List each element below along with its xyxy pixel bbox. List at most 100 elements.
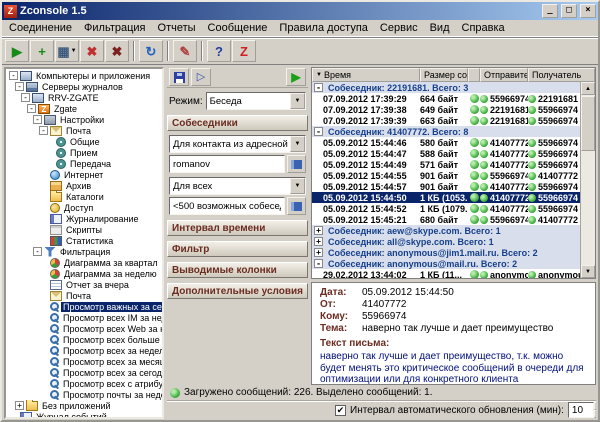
tree-item[interactable]: -RRV-ZGATE bbox=[6, 92, 162, 103]
section-output-columns[interactable]: Выводимые колонки bbox=[167, 262, 308, 278]
save-query-button[interactable] bbox=[169, 68, 189, 86]
column-header-sender[interactable]: Отправитель bbox=[480, 68, 528, 82]
tree-item[interactable]: Журнал событий bbox=[6, 411, 162, 419]
message-row[interactable]: 05.09.2012 15:44:57901 байт4140777255966… bbox=[312, 181, 580, 192]
contact-input-1[interactable] bbox=[169, 155, 285, 173]
message-row[interactable]: 07.09.2012 17:39:29664 байт5596697422191… bbox=[312, 93, 580, 104]
tree-item[interactable]: Просмотр всех Web за неделю bbox=[6, 323, 162, 334]
scroll-track[interactable] bbox=[581, 151, 595, 265]
tree-item[interactable]: Доступ bbox=[6, 202, 162, 213]
message-row[interactable]: 05.09.2012 15:44:55901 байт5596697441407… bbox=[312, 170, 580, 181]
section-time-interval[interactable]: Интервал времени bbox=[167, 220, 308, 236]
address-book-button-2[interactable] bbox=[287, 197, 306, 215]
tree-item[interactable]: Скрипты bbox=[6, 224, 162, 235]
tree-item[interactable]: Прием bbox=[6, 147, 162, 158]
minimize-button[interactable]: _ bbox=[542, 4, 558, 18]
add-computer-button[interactable]: + bbox=[30, 40, 54, 62]
title-bar[interactable]: Z Zconsole 1.5 _ □ × bbox=[2, 2, 598, 20]
tree-item[interactable]: Просмотр всех за сегодня bbox=[6, 367, 162, 378]
help-button[interactable]: ? bbox=[207, 40, 231, 62]
execute-query-button[interactable]: ▶ bbox=[286, 68, 306, 86]
menu-item[interactable]: Отчеты bbox=[152, 21, 202, 35]
message-row[interactable]: 07.09.2012 17:39:39663 байт2219168155966… bbox=[312, 115, 580, 126]
load-query-button[interactable]: ▷ bbox=[191, 68, 211, 86]
column-header-type[interactable] bbox=[468, 68, 480, 82]
collapse-icon[interactable]: - bbox=[314, 259, 323, 268]
conversation-group-header[interactable]: +Собеседник: anonymous@jim1.mail.ru. Все… bbox=[312, 247, 580, 258]
contact-source-select-1[interactable]: Для контакта из адресной книги ▼ bbox=[169, 135, 306, 153]
tree-item[interactable]: Передача bbox=[6, 158, 162, 169]
contact-input-2[interactable] bbox=[169, 197, 285, 215]
close-button[interactable]: × bbox=[580, 4, 596, 18]
chevron-down-icon[interactable]: ▼ bbox=[290, 178, 305, 194]
tree-item[interactable]: Общие bbox=[6, 136, 162, 147]
section-filter[interactable]: Фильтр bbox=[167, 241, 308, 257]
tree-item[interactable]: -Zgate bbox=[6, 103, 162, 114]
chevron-down-icon[interactable]: ▼ bbox=[290, 136, 305, 152]
collapse-icon[interactable]: - bbox=[39, 126, 48, 135]
spin-up-button[interactable]: ▲ bbox=[594, 402, 596, 410]
collapse-icon[interactable]: - bbox=[15, 82, 24, 91]
tree-item[interactable]: Диаграмма за неделю bbox=[6, 268, 162, 279]
menu-item[interactable]: Сервис bbox=[374, 21, 424, 35]
tree-item[interactable]: Просмотр важных за сегодня bbox=[6, 301, 162, 312]
collapse-icon[interactable]: - bbox=[33, 115, 42, 124]
interval-value[interactable]: 10 bbox=[568, 402, 594, 418]
tree-item[interactable]: Отчет за вчера bbox=[6, 279, 162, 290]
remove-computer-button[interactable]: ✖ bbox=[105, 40, 129, 62]
message-row[interactable]: 05.09.2012 15:45:21680 байт5596697441407… bbox=[312, 214, 580, 225]
tree-item[interactable]: Архив bbox=[6, 180, 162, 191]
collapse-icon[interactable]: - bbox=[27, 104, 36, 113]
message-row[interactable]: 29.02.2012 13:44:021 КБ (11...anonymous.… bbox=[312, 269, 580, 278]
conversation-group-header[interactable]: -Собеседник: 41407772. Всего: 8 bbox=[312, 126, 580, 137]
menu-item[interactable]: Сообщение bbox=[202, 21, 274, 35]
contact-source-select-2[interactable]: Для всех ▼ bbox=[169, 177, 306, 195]
conversation-group-header[interactable]: +Собеседник: aew@skype.com. Всего: 1 bbox=[312, 225, 580, 236]
message-row[interactable]: 05.09.2012 15:44:46580 байт4140777255966… bbox=[312, 137, 580, 148]
collapse-icon[interactable]: - bbox=[21, 93, 30, 102]
menu-item[interactable]: Фильтрация bbox=[78, 21, 151, 35]
tree-item[interactable]: Просмотр всех с атрибутами за ... bbox=[6, 378, 162, 389]
menu-item[interactable]: Соединение bbox=[3, 21, 78, 35]
collapse-icon[interactable]: - bbox=[314, 83, 323, 92]
expand-icon[interactable]: + bbox=[314, 226, 323, 235]
computer-list-button[interactable]: ▦▼ bbox=[55, 40, 79, 62]
menu-item[interactable]: Вид bbox=[424, 21, 456, 35]
menu-item[interactable]: Справка bbox=[456, 21, 511, 35]
spin-down-button[interactable]: ▼ bbox=[594, 410, 596, 418]
section-extra-conditions[interactable]: Дополнительные условия bbox=[167, 283, 308, 299]
scroll-down-button[interactable]: ▼ bbox=[581, 265, 595, 278]
tree-item[interactable]: Диаграмма за квартал bbox=[6, 257, 162, 268]
tree-item[interactable]: -Настройки bbox=[6, 114, 162, 125]
tree-item[interactable]: Просмотр всех больше 10 Мб bbox=[6, 334, 162, 345]
column-header-time[interactable]: ▼Время bbox=[312, 68, 420, 82]
grid-scrollbar[interactable]: ▲ ▼ bbox=[580, 82, 595, 278]
scroll-thumb[interactable] bbox=[581, 96, 595, 151]
message-row[interactable]: 07.09.2012 17:39:38649 байт2219168155966… bbox=[312, 104, 580, 115]
collapse-icon[interactable]: - bbox=[33, 247, 42, 256]
message-row[interactable]: 05.09.2012 15:44:521 КБ (1079...41407772… bbox=[312, 203, 580, 214]
tree-item[interactable]: -Почта bbox=[6, 125, 162, 136]
column-header-receiver[interactable]: Получатель bbox=[528, 68, 595, 82]
collapse-icon[interactable]: - bbox=[9, 71, 18, 80]
edit-message-button[interactable]: ✎ bbox=[173, 40, 197, 62]
conversation-group-header[interactable]: +Собеседник: all@skype.com. Всего: 1 bbox=[312, 236, 580, 247]
zgate-button[interactable]: Z bbox=[232, 40, 256, 62]
connect-button[interactable]: ▶ bbox=[5, 40, 29, 62]
tree-item[interactable]: Почта bbox=[6, 290, 162, 301]
tree-item[interactable]: -Серверы журналов bbox=[6, 81, 162, 92]
tree-item[interactable]: Просмотр почты за неделю bbox=[6, 389, 162, 400]
message-row[interactable]: 05.09.2012 15:44:49571 байт4140777255966… bbox=[312, 159, 580, 170]
maximize-button[interactable]: □ bbox=[561, 4, 577, 18]
tree-item[interactable]: Каталоги bbox=[6, 191, 162, 202]
expand-icon[interactable]: + bbox=[314, 237, 323, 246]
tree-item[interactable]: Просмотр всех IM за неделю bbox=[6, 312, 162, 323]
tree-item[interactable]: Просмотр всех за неделю bbox=[6, 345, 162, 356]
tree-item[interactable]: -Компьютеры и приложения bbox=[6, 70, 162, 81]
expand-icon[interactable]: + bbox=[314, 248, 323, 257]
address-book-button-1[interactable] bbox=[287, 155, 306, 173]
tree-item[interactable]: Интернет bbox=[6, 169, 162, 180]
scroll-up-button[interactable]: ▲ bbox=[581, 82, 595, 95]
refresh-button[interactable]: ↻ bbox=[139, 40, 163, 62]
tree-item[interactable]: +Без приложений bbox=[6, 400, 162, 411]
